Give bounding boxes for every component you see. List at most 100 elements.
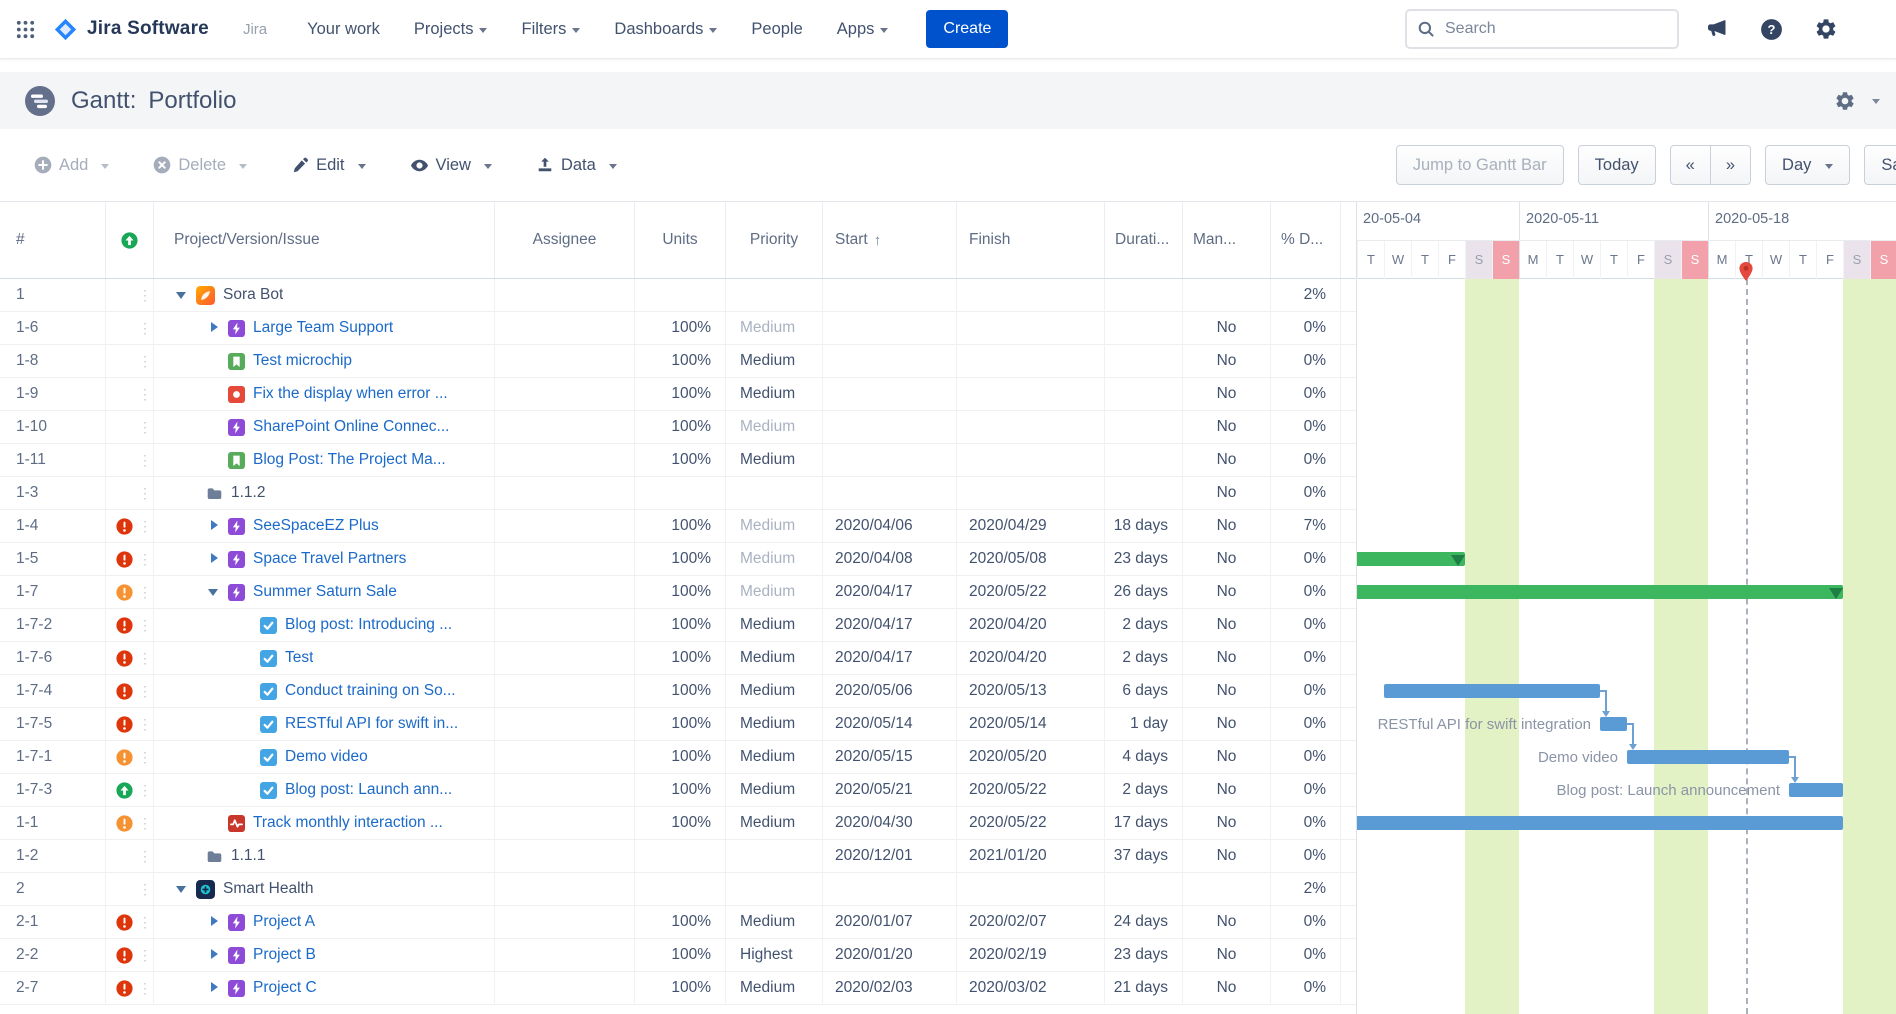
- drag-handle-icon[interactable]: ⋮: [138, 584, 152, 601]
- table-row[interactable]: 1-9⋮Fix the display when error ...100%Me…: [0, 378, 1356, 411]
- gantt-bar[interactable]: [1357, 585, 1843, 599]
- column-header-name[interactable]: Project/Version/Issue: [154, 202, 495, 278]
- issue-name[interactable]: Blog Post: The Project Ma...: [253, 451, 446, 469]
- drag-handle-icon[interactable]: ⋮: [138, 320, 152, 337]
- issue-name[interactable]: Project A: [253, 913, 315, 931]
- jira-logo[interactable]: Jira Software: [53, 17, 209, 42]
- drag-handle-icon[interactable]: ⋮: [138, 848, 152, 865]
- issue-name[interactable]: Project C: [253, 979, 317, 997]
- issue-name[interactable]: Demo video: [285, 748, 368, 766]
- today-button[interactable]: Today: [1578, 145, 1656, 185]
- collapse-arrow-icon[interactable]: [174, 881, 190, 897]
- table-row[interactable]: 2⋮Smart Health2%: [0, 873, 1356, 906]
- delete-button[interactable]: Delete: [153, 156, 247, 175]
- drag-handle-icon[interactable]: ⋮: [138, 287, 152, 304]
- issue-name[interactable]: Project B: [253, 946, 316, 964]
- drag-handle-icon[interactable]: ⋮: [138, 452, 152, 469]
- drag-handle-icon[interactable]: ⋮: [138, 485, 152, 502]
- column-header-manual[interactable]: Man...: [1183, 202, 1271, 278]
- issue-name[interactable]: Test microchip: [253, 352, 352, 370]
- table-row[interactable]: 1-4⋮SeeSpaceEZ Plus100%Medium2020/04/062…: [0, 510, 1356, 543]
- drag-handle-icon[interactable]: ⋮: [138, 353, 152, 370]
- issue-name[interactable]: Fix the display when error ...: [253, 385, 448, 403]
- issue-name[interactable]: Summer Saturn Sale: [253, 583, 397, 601]
- nav-item-people[interactable]: People: [751, 20, 802, 39]
- drag-handle-icon[interactable]: ⋮: [138, 749, 152, 766]
- issue-name[interactable]: Test: [285, 649, 313, 667]
- table-row[interactable]: 1-6⋮Large Team Support100%MediumNo0%: [0, 312, 1356, 345]
- column-header-health[interactable]: [106, 202, 154, 278]
- nav-item-your-work[interactable]: Your work: [307, 20, 380, 39]
- expand-arrow-icon[interactable]: [206, 320, 222, 336]
- column-header-assignee[interactable]: Assignee: [495, 202, 635, 278]
- add-button[interactable]: Add: [34, 156, 109, 175]
- table-row[interactable]: 1-7-1⋮Demo video100%Medium2020/05/152020…: [0, 741, 1356, 774]
- drag-handle-icon[interactable]: ⋮: [138, 551, 152, 568]
- collapse-arrow-icon[interactable]: [206, 584, 222, 600]
- column-header-units[interactable]: Units: [635, 202, 726, 278]
- data-button[interactable]: Data: [536, 156, 617, 175]
- next-period-button[interactable]: »: [1710, 145, 1751, 185]
- table-row[interactable]: 1⋮Sora Bot2%: [0, 279, 1356, 312]
- drag-handle-icon[interactable]: ⋮: [138, 683, 152, 700]
- nav-item-dashboards[interactable]: Dashboards: [614, 20, 717, 39]
- table-row[interactable]: 1-1⋮Track monthly interaction ...100%Med…: [0, 807, 1356, 840]
- gantt-bar[interactable]: [1627, 750, 1789, 764]
- expand-arrow-icon[interactable]: [206, 518, 222, 534]
- expand-arrow-icon[interactable]: [206, 914, 222, 930]
- table-row[interactable]: 1-5⋮Space Travel Partners100%Medium2020/…: [0, 543, 1356, 576]
- table-row[interactable]: 1-8⋮Test microchip100%MediumNo0%: [0, 345, 1356, 378]
- drag-handle-icon[interactable]: ⋮: [138, 617, 152, 634]
- table-row[interactable]: 1-11⋮Blog Post: The Project Ma...100%Med…: [0, 444, 1356, 477]
- table-row[interactable]: 1-2⋮1.1.12020/12/012021/01/2037 daysNo0%: [0, 840, 1356, 873]
- search-input[interactable]: [1443, 19, 1667, 39]
- prev-period-button[interactable]: «: [1670, 145, 1711, 185]
- issue-name[interactable]: SharePoint Online Connec...: [253, 418, 449, 436]
- nav-item-apps[interactable]: Apps: [837, 20, 889, 39]
- help-icon[interactable]: ?: [1759, 17, 1784, 42]
- drag-handle-icon[interactable]: ⋮: [138, 980, 152, 997]
- jump-to-gantt-bar-button[interactable]: Jump to Gantt Bar: [1396, 145, 1564, 185]
- table-row[interactable]: 1-7-4⋮Conduct training on So...100%Mediu…: [0, 675, 1356, 708]
- column-header-pct[interactable]: % D...: [1271, 202, 1341, 278]
- drag-handle-icon[interactable]: ⋮: [138, 947, 152, 964]
- issue-name[interactable]: SeeSpaceEZ Plus: [253, 517, 379, 535]
- day-zoom-button[interactable]: Day: [1765, 145, 1850, 185]
- gantt-bar[interactable]: [1357, 816, 1843, 830]
- table-row[interactable]: 1-7-2⋮Blog post: Introducing ...100%Medi…: [0, 609, 1356, 642]
- gantt-bar[interactable]: [1357, 552, 1465, 566]
- issue-name[interactable]: Blog post: Introducing ...: [285, 616, 452, 634]
- expand-arrow-icon[interactable]: [206, 551, 222, 567]
- column-header-num[interactable]: #: [0, 202, 106, 278]
- collapse-arrow-icon[interactable]: [174, 287, 190, 303]
- table-row[interactable]: 1-3⋮1.1.2No0%: [0, 477, 1356, 510]
- gantt-bar[interactable]: [1789, 783, 1843, 797]
- column-header-priority[interactable]: Priority: [726, 202, 823, 278]
- column-header-start[interactable]: Start↑: [823, 202, 957, 278]
- drag-handle-icon[interactable]: ⋮: [138, 815, 152, 832]
- drag-handle-icon[interactable]: ⋮: [138, 782, 152, 799]
- announcements-icon[interactable]: [1705, 17, 1729, 41]
- table-row[interactable]: 2-7⋮Project C100%Medium2020/02/032020/03…: [0, 972, 1356, 1005]
- issue-name[interactable]: Space Travel Partners: [253, 550, 406, 568]
- drag-handle-icon[interactable]: ⋮: [138, 881, 152, 898]
- expand-arrow-icon[interactable]: [206, 980, 222, 996]
- drag-handle-icon[interactable]: ⋮: [138, 419, 152, 436]
- gadget-settings-icon[interactable]: [1834, 90, 1856, 112]
- table-row[interactable]: 1-7-6⋮Test100%Medium2020/04/172020/04/20…: [0, 642, 1356, 675]
- app-switcher-icon[interactable]: [14, 18, 37, 41]
- table-row[interactable]: 1-7-3⋮Blog post: Launch ann...100%Medium…: [0, 774, 1356, 807]
- nav-item-projects[interactable]: Projects: [414, 20, 488, 39]
- drag-handle-icon[interactable]: ⋮: [138, 914, 152, 931]
- drag-handle-icon[interactable]: ⋮: [138, 518, 152, 535]
- edit-button[interactable]: Edit: [291, 156, 365, 175]
- table-row[interactable]: 2-2⋮Project B100%Highest2020/01/202020/0…: [0, 939, 1356, 972]
- drag-handle-icon[interactable]: ⋮: [138, 716, 152, 733]
- issue-name[interactable]: Large Team Support: [253, 319, 393, 337]
- save-button[interactable]: Save: [1864, 145, 1896, 185]
- issue-name[interactable]: RESTful API for swift in...: [285, 715, 458, 733]
- issue-name[interactable]: Track monthly interaction ...: [253, 814, 443, 832]
- issue-name[interactable]: Conduct training on So...: [285, 682, 456, 700]
- settings-gear-icon[interactable]: [1814, 17, 1838, 41]
- nav-item-filters[interactable]: Filters: [521, 20, 580, 39]
